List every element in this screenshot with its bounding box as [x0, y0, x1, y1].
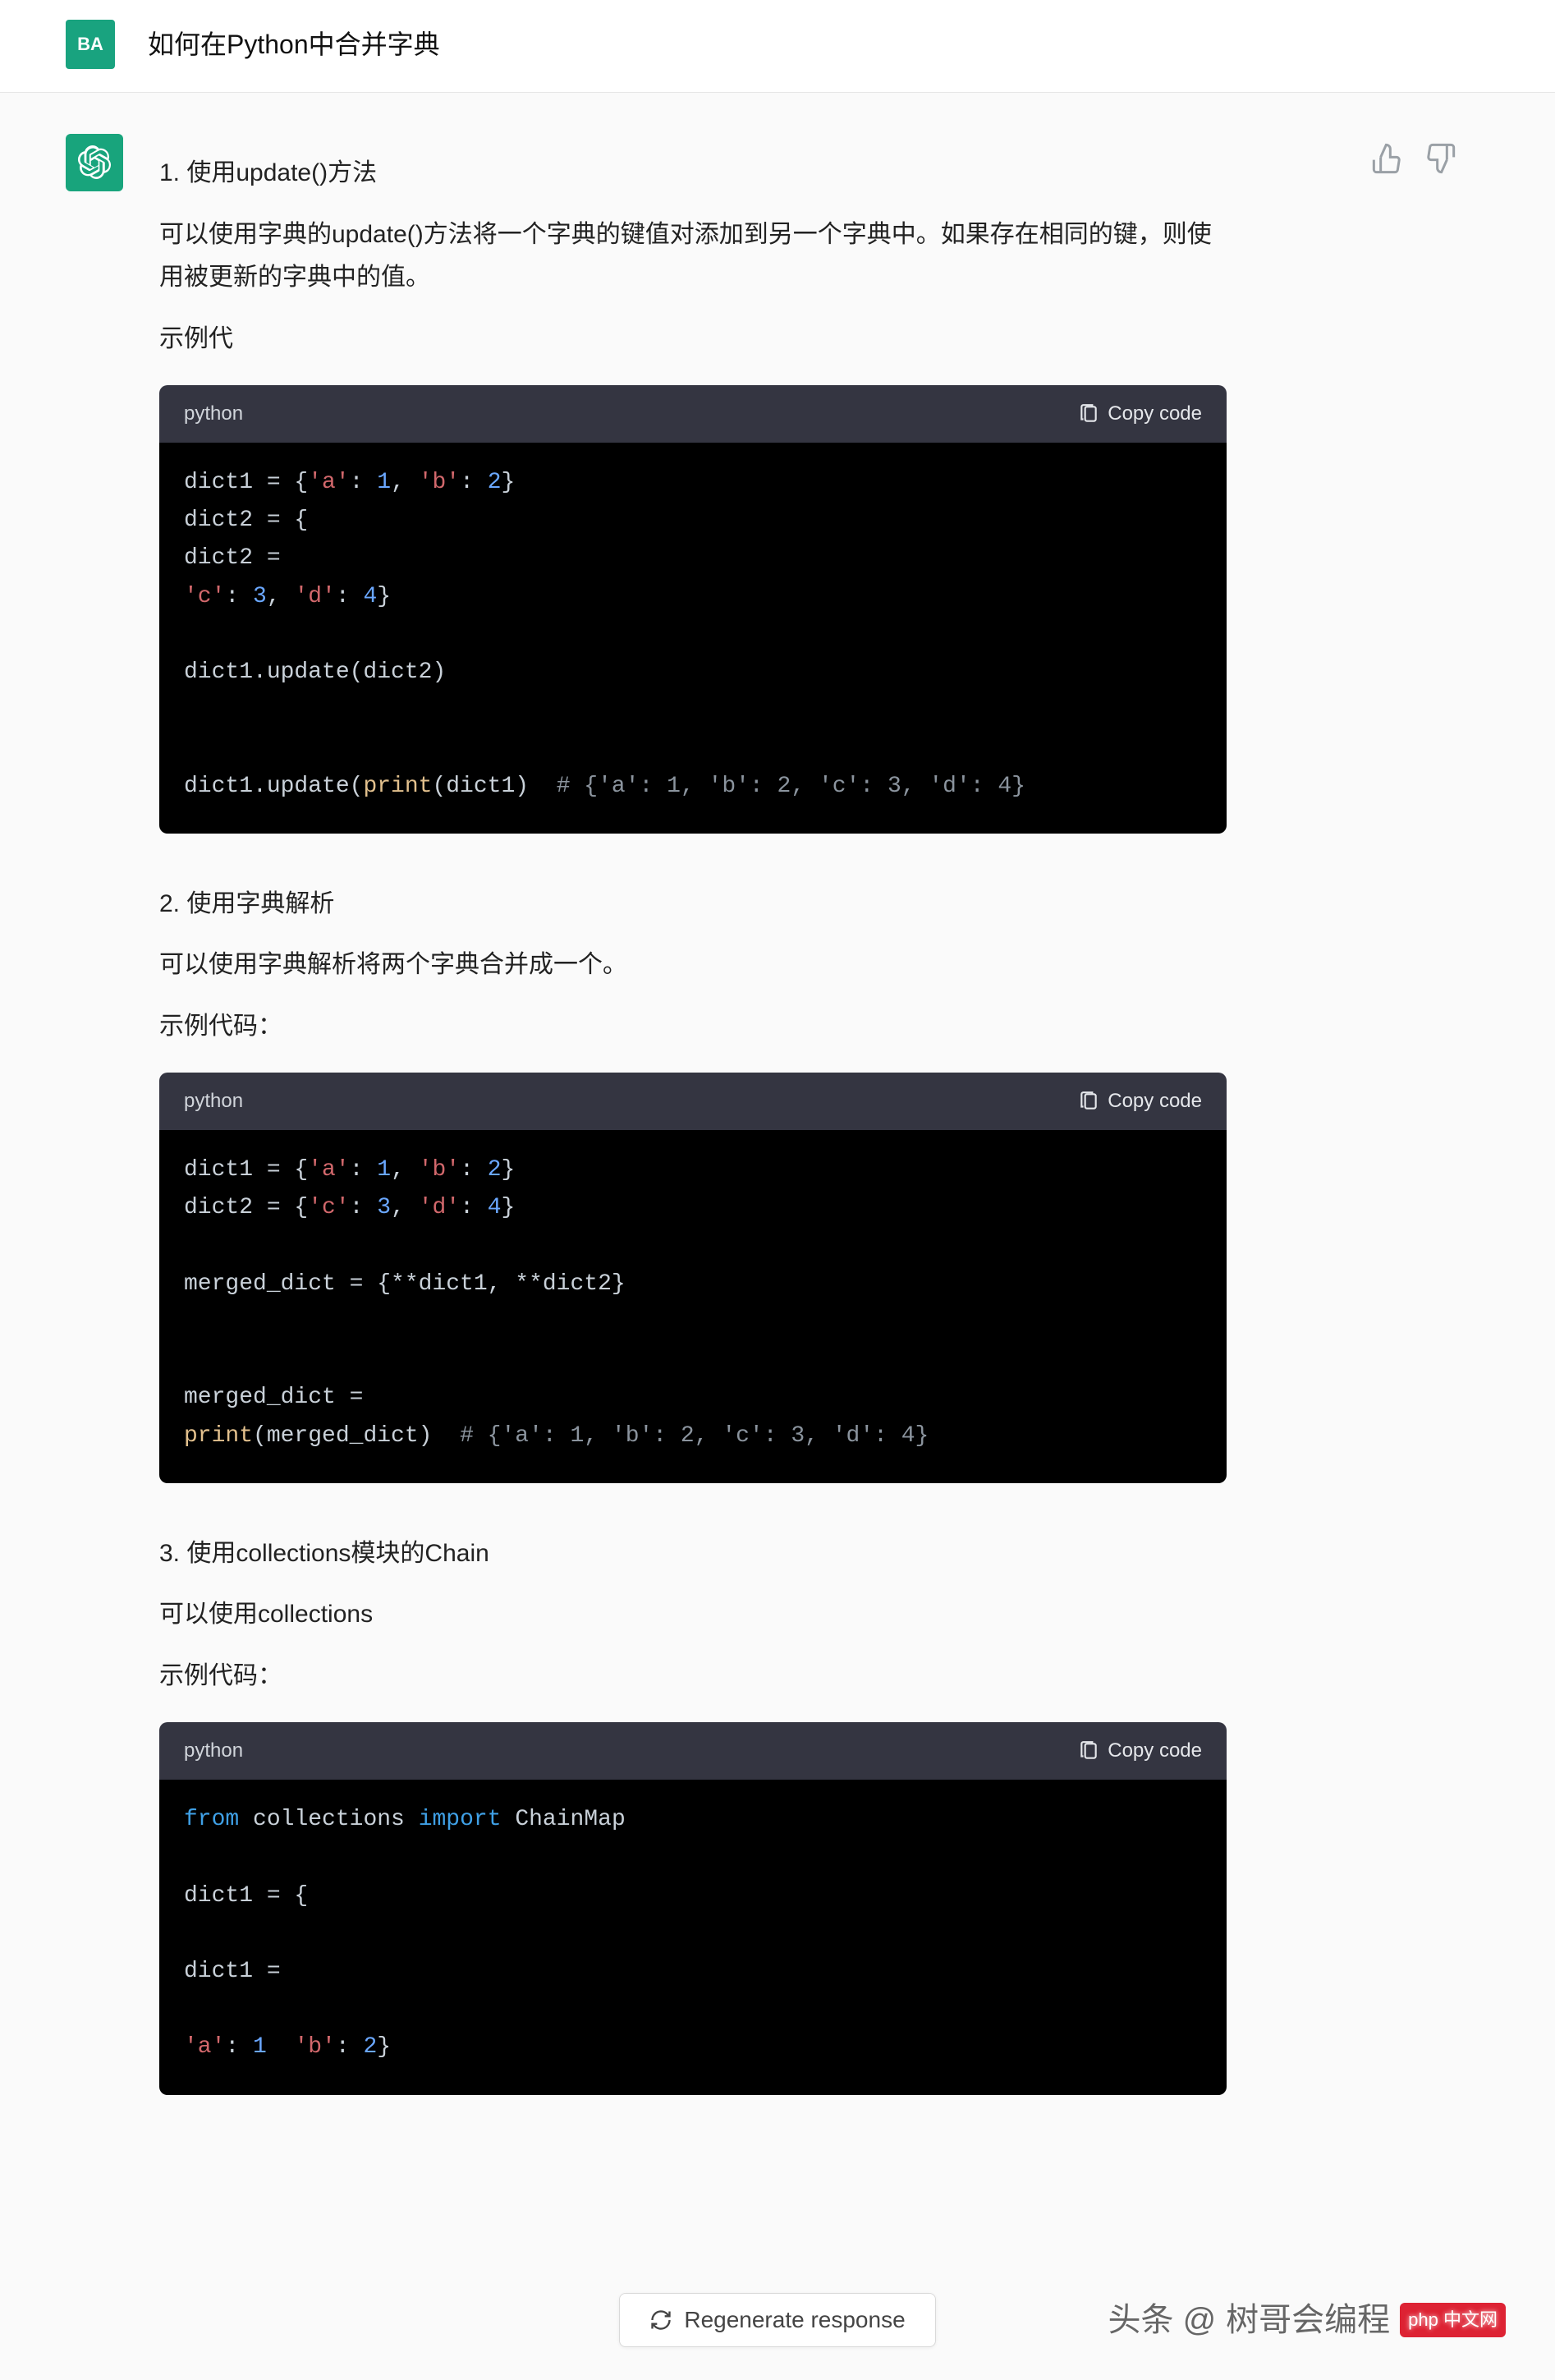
regenerate-label: Regenerate response: [684, 2307, 905, 2333]
code-content[interactable]: dict1 = {'a': 1, 'b': 2} dict2 = {'c': 3…: [159, 1130, 1227, 1483]
watermark-name: 树哥会编程: [1226, 2291, 1390, 2349]
user-prompt-text: 如何在Python中合并字典: [148, 21, 440, 67]
section-heading: 2. 使用字典解析: [159, 883, 1227, 926]
watermark: 头条 @ 树哥会编程 php 中文网: [1108, 2291, 1506, 2349]
code-header: python Copy code: [159, 1073, 1227, 1130]
section-2: 2. 使用字典解析 可以使用字典解析将两个字典合并成一个。 示例代码： pyth…: [159, 883, 1227, 1483]
section-desc: 可以使用字典的update()方法将一个字典的键值对添加到另一个字典中。如果存在…: [159, 214, 1227, 300]
code-header: python Copy code: [159, 1722, 1227, 1780]
section-desc: 可以使用字典解析将两个字典合并成一个。: [159, 944, 1227, 987]
user-avatar: BA: [66, 20, 115, 69]
clipboard-icon: [1078, 1740, 1099, 1762]
example-label: 示例代: [159, 318, 1227, 361]
copy-code-button[interactable]: Copy code: [1078, 1084, 1202, 1119]
assistant-content: 1. 使用update()方法 可以使用字典的update()方法将一个字典的键…: [159, 152, 1227, 2095]
copy-code-label: Copy code: [1108, 397, 1202, 431]
code-lang-label: python: [184, 1734, 243, 1768]
code-block: python Copy code dict1 = {'a': 1, 'b': 2…: [159, 385, 1227, 834]
thumbs-down-icon[interactable]: [1424, 142, 1456, 190]
section-heading: 1. 使用update()方法: [159, 152, 1227, 195]
code-content[interactable]: from collections import ChainMap dict1 =…: [159, 1780, 1227, 2094]
section-heading: 3. 使用collections模块的Chain: [159, 1532, 1227, 1576]
clipboard-icon: [1078, 403, 1099, 425]
watermark-badge: php 中文网: [1400, 2303, 1506, 2338]
example-label: 示例代码：: [159, 1655, 1227, 1698]
clipboard-icon: [1078, 1091, 1099, 1112]
code-block: python Copy code from collections import…: [159, 1722, 1227, 2094]
code-lang-label: python: [184, 1084, 243, 1119]
section-1: 1. 使用update()方法 可以使用字典的update()方法将一个字典的键…: [159, 152, 1227, 834]
code-header: python Copy code: [159, 385, 1227, 443]
copy-code-button[interactable]: Copy code: [1078, 397, 1202, 431]
code-lang-label: python: [184, 397, 243, 431]
copy-code-label: Copy code: [1108, 1734, 1202, 1768]
thumbs-up-icon[interactable]: [1371, 142, 1404, 190]
assistant-avatar: [66, 134, 123, 191]
code-block: python Copy code dict1 = {'a': 1, 'b': 2…: [159, 1073, 1227, 1483]
example-label: 示例代码：: [159, 1005, 1227, 1049]
regenerate-button[interactable]: Regenerate response: [619, 2293, 935, 2347]
copy-code-button[interactable]: Copy code: [1078, 1734, 1202, 1768]
user-message-row: BA 如何在Python中合并字典: [0, 0, 1555, 93]
watermark-prefix: 头条 @: [1108, 2291, 1216, 2349]
section-desc: 可以使用collections: [159, 1593, 1227, 1637]
refresh-icon: [649, 2309, 672, 2332]
copy-code-label: Copy code: [1108, 1084, 1202, 1119]
section-3: 3. 使用collections模块的Chain 可以使用collections…: [159, 1532, 1227, 2095]
code-content[interactable]: dict1 = {'a': 1, 'b': 2} dict2 = { dict2…: [159, 443, 1227, 834]
assistant-message-row: 1. 使用update()方法 可以使用字典的update()方法将一个字典的键…: [0, 93, 1555, 2267]
feedback-controls: [1371, 142, 1456, 190]
openai-logo-icon: [77, 145, 112, 180]
